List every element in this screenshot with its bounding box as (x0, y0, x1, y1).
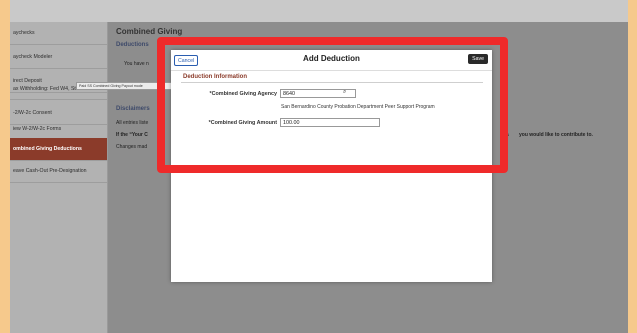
deductions-text: You have n (124, 61, 149, 67)
disclaimer-line-2-tail: you would like to contribute to. (519, 132, 593, 138)
page-title: Combined Giving (116, 27, 183, 36)
disclaimer-line-3: Changes mad (116, 144, 148, 150)
disclaimers-header: Disclaimers (116, 106, 150, 112)
sidebar-item-leave-cash-out[interactable]: eave Cash-Out Pre-Designation (10, 160, 107, 183)
highlight-box (157, 37, 508, 173)
disclaimer-line-2: If the “Your C (116, 132, 148, 138)
deductions-header: Deductions (116, 42, 149, 48)
sidebar-item-combined-giving[interactable]: ombined Giving Deductions (10, 138, 107, 161)
sidebar: aychecks aycheck Modeler irect Deposit a… (10, 22, 108, 333)
sidebar-item-paycheck-modeler[interactable]: aycheck Modeler (10, 46, 107, 69)
top-bar (10, 0, 628, 22)
disclaimer-line-1: All entries liste (116, 120, 149, 126)
sidebar-item-paychecks[interactable]: aychecks (10, 22, 107, 45)
